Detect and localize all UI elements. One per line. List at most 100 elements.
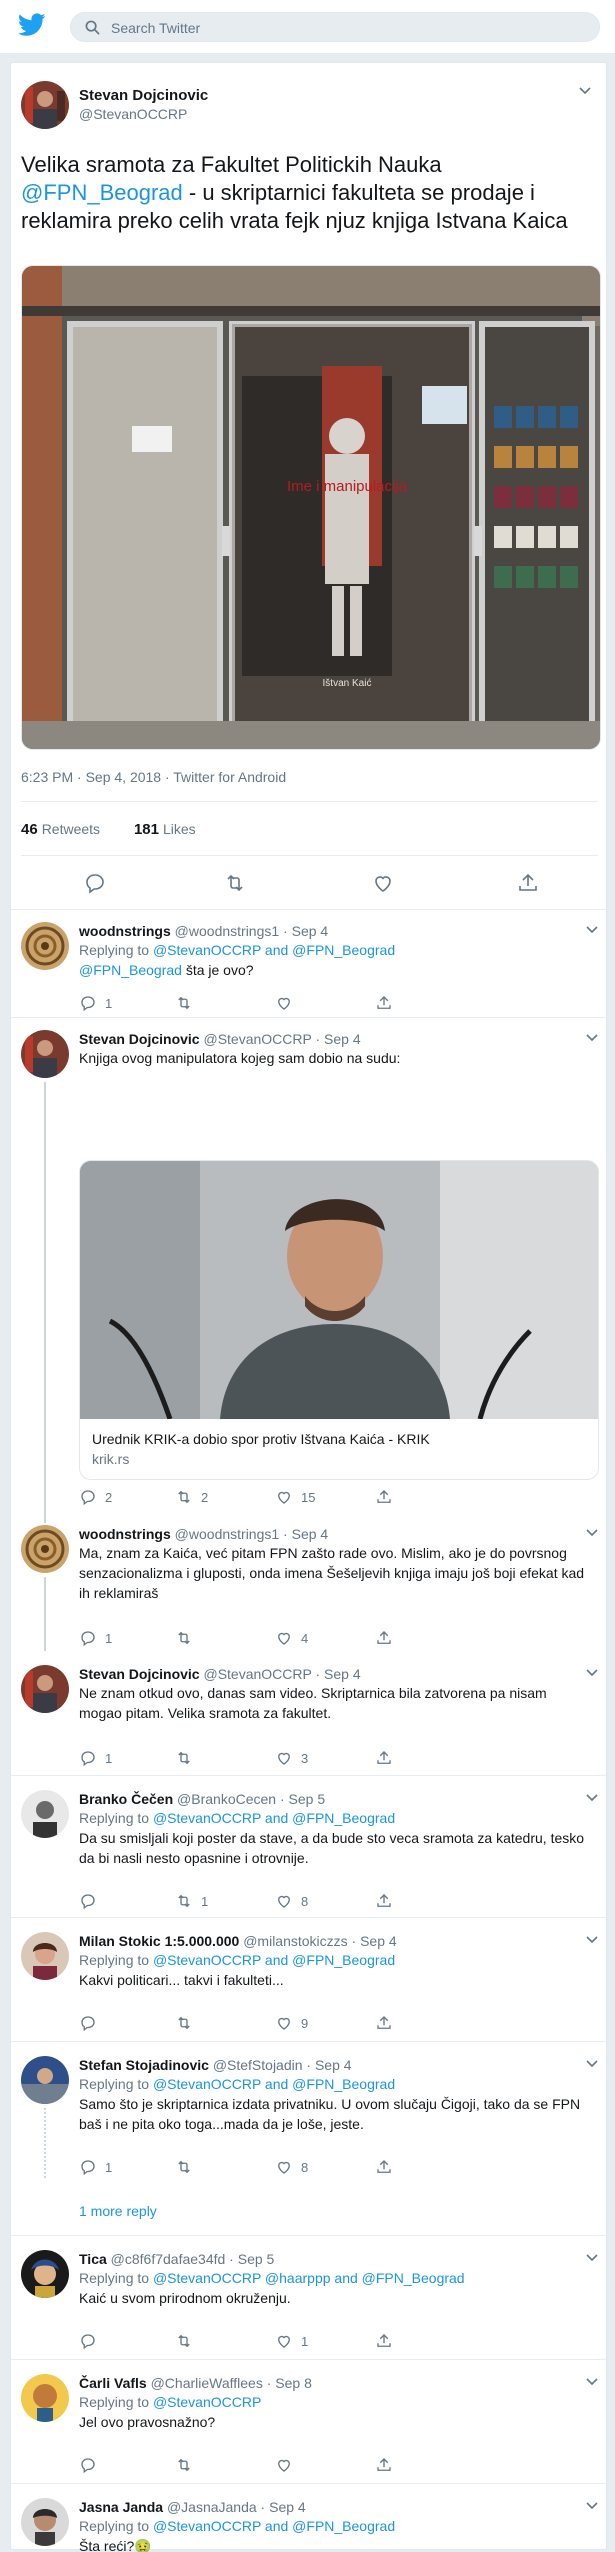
avatar[interactable] <box>21 2498 69 2546</box>
share-button[interactable] <box>375 1892 401 1910</box>
chevron-down-icon[interactable] <box>586 1794 598 1802</box>
avatar[interactable] <box>21 1030 69 1078</box>
like-button[interactable]: 8 <box>275 1892 308 1910</box>
author-name[interactable]: Stevan Dojcinovic <box>79 87 208 104</box>
retweet-button[interactable] <box>175 2332 201 2350</box>
replying-to-link[interactable]: @StevanOCCRP @haarppp and @FPN_Beograd <box>153 2270 465 2286</box>
replying-to-link[interactable]: @StevanOCCRP and @FPN_Beograd <box>153 942 395 958</box>
reply-item[interactable]: Jasna Janda @JasnaJanda · Sep 4 Replying… <box>11 2483 608 2552</box>
reply-meta[interactable]: @CharlieWafflees · Sep 8 <box>151 2375 312 2391</box>
like-button[interactable]: 8 <box>275 2158 308 2176</box>
chevron-down-icon[interactable] <box>586 1936 598 1944</box>
chevron-down-icon[interactable] <box>579 87 591 95</box>
chevron-down-icon[interactable] <box>586 1034 598 1042</box>
reply-button[interactable]: 1 <box>79 994 112 1012</box>
share-button[interactable] <box>375 1488 401 1506</box>
retweet-button[interactable] <box>175 2456 201 2474</box>
retweet-button[interactable] <box>175 2014 201 2032</box>
reply-meta[interactable]: @JasnaJanda · Sep 4 <box>167 2499 306 2515</box>
retweet-icon[interactable] <box>223 871 247 895</box>
reply-item[interactable]: Čarli Vafls @CharlieWafflees · Sep 8 Rep… <box>11 2359 608 2483</box>
chevron-down-icon[interactable] <box>586 1669 598 1677</box>
like-button[interactable] <box>275 994 301 1012</box>
avatar[interactable] <box>21 2056 69 2104</box>
avatar[interactable] <box>21 2374 69 2422</box>
reply-author[interactable]: woodnstrings <box>79 1526 171 1542</box>
replying-to-link[interactable]: @StevanOCCRP <box>153 2394 261 2410</box>
reply-button[interactable] <box>79 2456 105 2474</box>
chevron-down-icon[interactable] <box>586 2060 598 2068</box>
avatar[interactable] <box>21 2250 69 2298</box>
reply-author[interactable]: woodnstrings <box>79 923 171 939</box>
reply-icon[interactable] <box>83 871 107 895</box>
reply-meta[interactable]: @StevanOCCRP · Sep 4 <box>203 1666 360 1682</box>
reply-meta[interactable]: @woodnstrings1 · Sep 4 <box>175 1526 329 1542</box>
reply-button[interactable]: 1 <box>79 1749 112 1767</box>
like-button[interactable]: 3 <box>275 1749 308 1767</box>
like-button[interactable]: 4 <box>275 1629 308 1647</box>
replying-to-link[interactable]: @StevanOCCRP and @FPN_Beograd <box>153 2076 395 2092</box>
share-button[interactable] <box>375 2158 401 2176</box>
retweet-button[interactable] <box>175 994 201 1012</box>
reply-item[interactable]: Tica @c8f6f7dafae34fd · Sep 5 Replying t… <box>11 2235 608 2359</box>
twitter-logo-icon[interactable] <box>18 13 46 37</box>
show-more-replies-link[interactable]: 1 more reply <box>79 2203 157 2219</box>
tweet-photo[interactable]: Ime i manipulacija Ištvan Kaić <box>21 265 601 750</box>
retweet-button[interactable]: 1 <box>175 1892 208 1910</box>
retweet-button[interactable] <box>175 1629 201 1647</box>
avatar[interactable] <box>21 1790 69 1838</box>
like-button[interactable]: 1 <box>275 2332 308 2350</box>
tweet-timestamp[interactable]: 6:23 PM · Sep 4, 2018 · Twitter for Andr… <box>21 769 286 785</box>
replying-to-link[interactable]: @StevanOCCRP and @FPN_Beograd <box>153 2518 395 2534</box>
reply-item[interactable]: Stevan Dojcinovic @StevanOCCRP · Sep 4 N… <box>11 1651 608 1775</box>
replying-to-link[interactable]: @StevanOCCRP and @FPN_Beograd <box>153 1952 395 1968</box>
reply-author[interactable]: Jasna Janda <box>79 2499 163 2515</box>
reply-button[interactable] <box>79 2332 105 2350</box>
avatar[interactable] <box>21 81 69 129</box>
search-input[interactable]: Search Twitter <box>111 20 200 36</box>
chevron-down-icon[interactable] <box>586 1529 598 1537</box>
chevron-down-icon[interactable] <box>586 2254 598 2262</box>
share-button[interactable] <box>375 1629 401 1647</box>
reply-author[interactable]: Milan Stokic 1:5.000.000 <box>79 1933 239 1949</box>
reply-item[interactable]: Milan Stokic 1:5.000.000 @milanstokiczzs… <box>11 1917 608 2041</box>
reply-meta[interactable]: @StevanOCCRP · Sep 4 <box>203 1031 360 1047</box>
reply-meta[interactable]: @BrankoCecen · Sep 5 <box>177 1791 325 1807</box>
share-button[interactable] <box>375 2456 401 2474</box>
reply-meta[interactable]: @StefStojadin · Sep 4 <box>213 2057 352 2073</box>
avatar[interactable] <box>21 1932 69 1980</box>
reply-author[interactable]: Čarli Vafls <box>79 2375 147 2391</box>
like-button[interactable]: 15 <box>275 1488 315 1506</box>
share-icon[interactable] <box>516 871 540 895</box>
reply-item[interactable]: woodnstrings @woodnstrings1 · Sep 4 Repl… <box>11 909 608 1017</box>
reply-item[interactable]: Branko Čečen @BrankoCecen · Sep 5 Replyi… <box>11 1775 608 1917</box>
reply-button[interactable] <box>79 1892 105 1910</box>
reply-meta[interactable]: @c8f6f7dafae34fd · Sep 5 <box>111 2251 275 2267</box>
reply-button[interactable] <box>79 2014 105 2032</box>
chevron-down-icon[interactable] <box>586 2502 598 2510</box>
reply-author[interactable]: Stevan Dojcinovic <box>79 1031 200 1047</box>
reply-meta[interactable]: @milanstokiczzs · Sep 4 <box>243 1933 396 1949</box>
avatar[interactable] <box>21 1665 69 1713</box>
share-button[interactable] <box>375 1749 401 1767</box>
reply-author[interactable]: Tica <box>79 2251 107 2267</box>
share-button[interactable] <box>375 2014 401 2032</box>
reply-author[interactable]: Stevan Dojcinovic <box>79 1666 200 1682</box>
retweet-button[interactable]: 2 <box>175 1488 208 1506</box>
reply-button[interactable]: 1 <box>79 2158 112 2176</box>
share-button[interactable] <box>375 994 401 1012</box>
replying-to-link[interactable]: @StevanOCCRP and @FPN_Beograd <box>153 1810 395 1826</box>
share-button[interactable] <box>375 2332 401 2350</box>
like-button[interactable]: 9 <box>275 2014 308 2032</box>
chevron-down-icon[interactable] <box>586 2378 598 2386</box>
avatar[interactable] <box>21 1525 69 1573</box>
retweet-button[interactable] <box>175 1749 201 1767</box>
retweet-button[interactable] <box>175 2158 201 2176</box>
avatar[interactable] <box>21 922 69 970</box>
reply-author[interactable]: Branko Čečen <box>79 1791 173 1807</box>
reply-author[interactable]: Stefan Stojadinovic <box>79 2057 209 2073</box>
chevron-down-icon[interactable] <box>586 926 598 934</box>
like-icon[interactable] <box>371 871 395 895</box>
reply-meta[interactable]: @woodnstrings1 · Sep 4 <box>175 923 329 939</box>
mention-link[interactable]: @FPN_Beograd <box>21 180 183 205</box>
